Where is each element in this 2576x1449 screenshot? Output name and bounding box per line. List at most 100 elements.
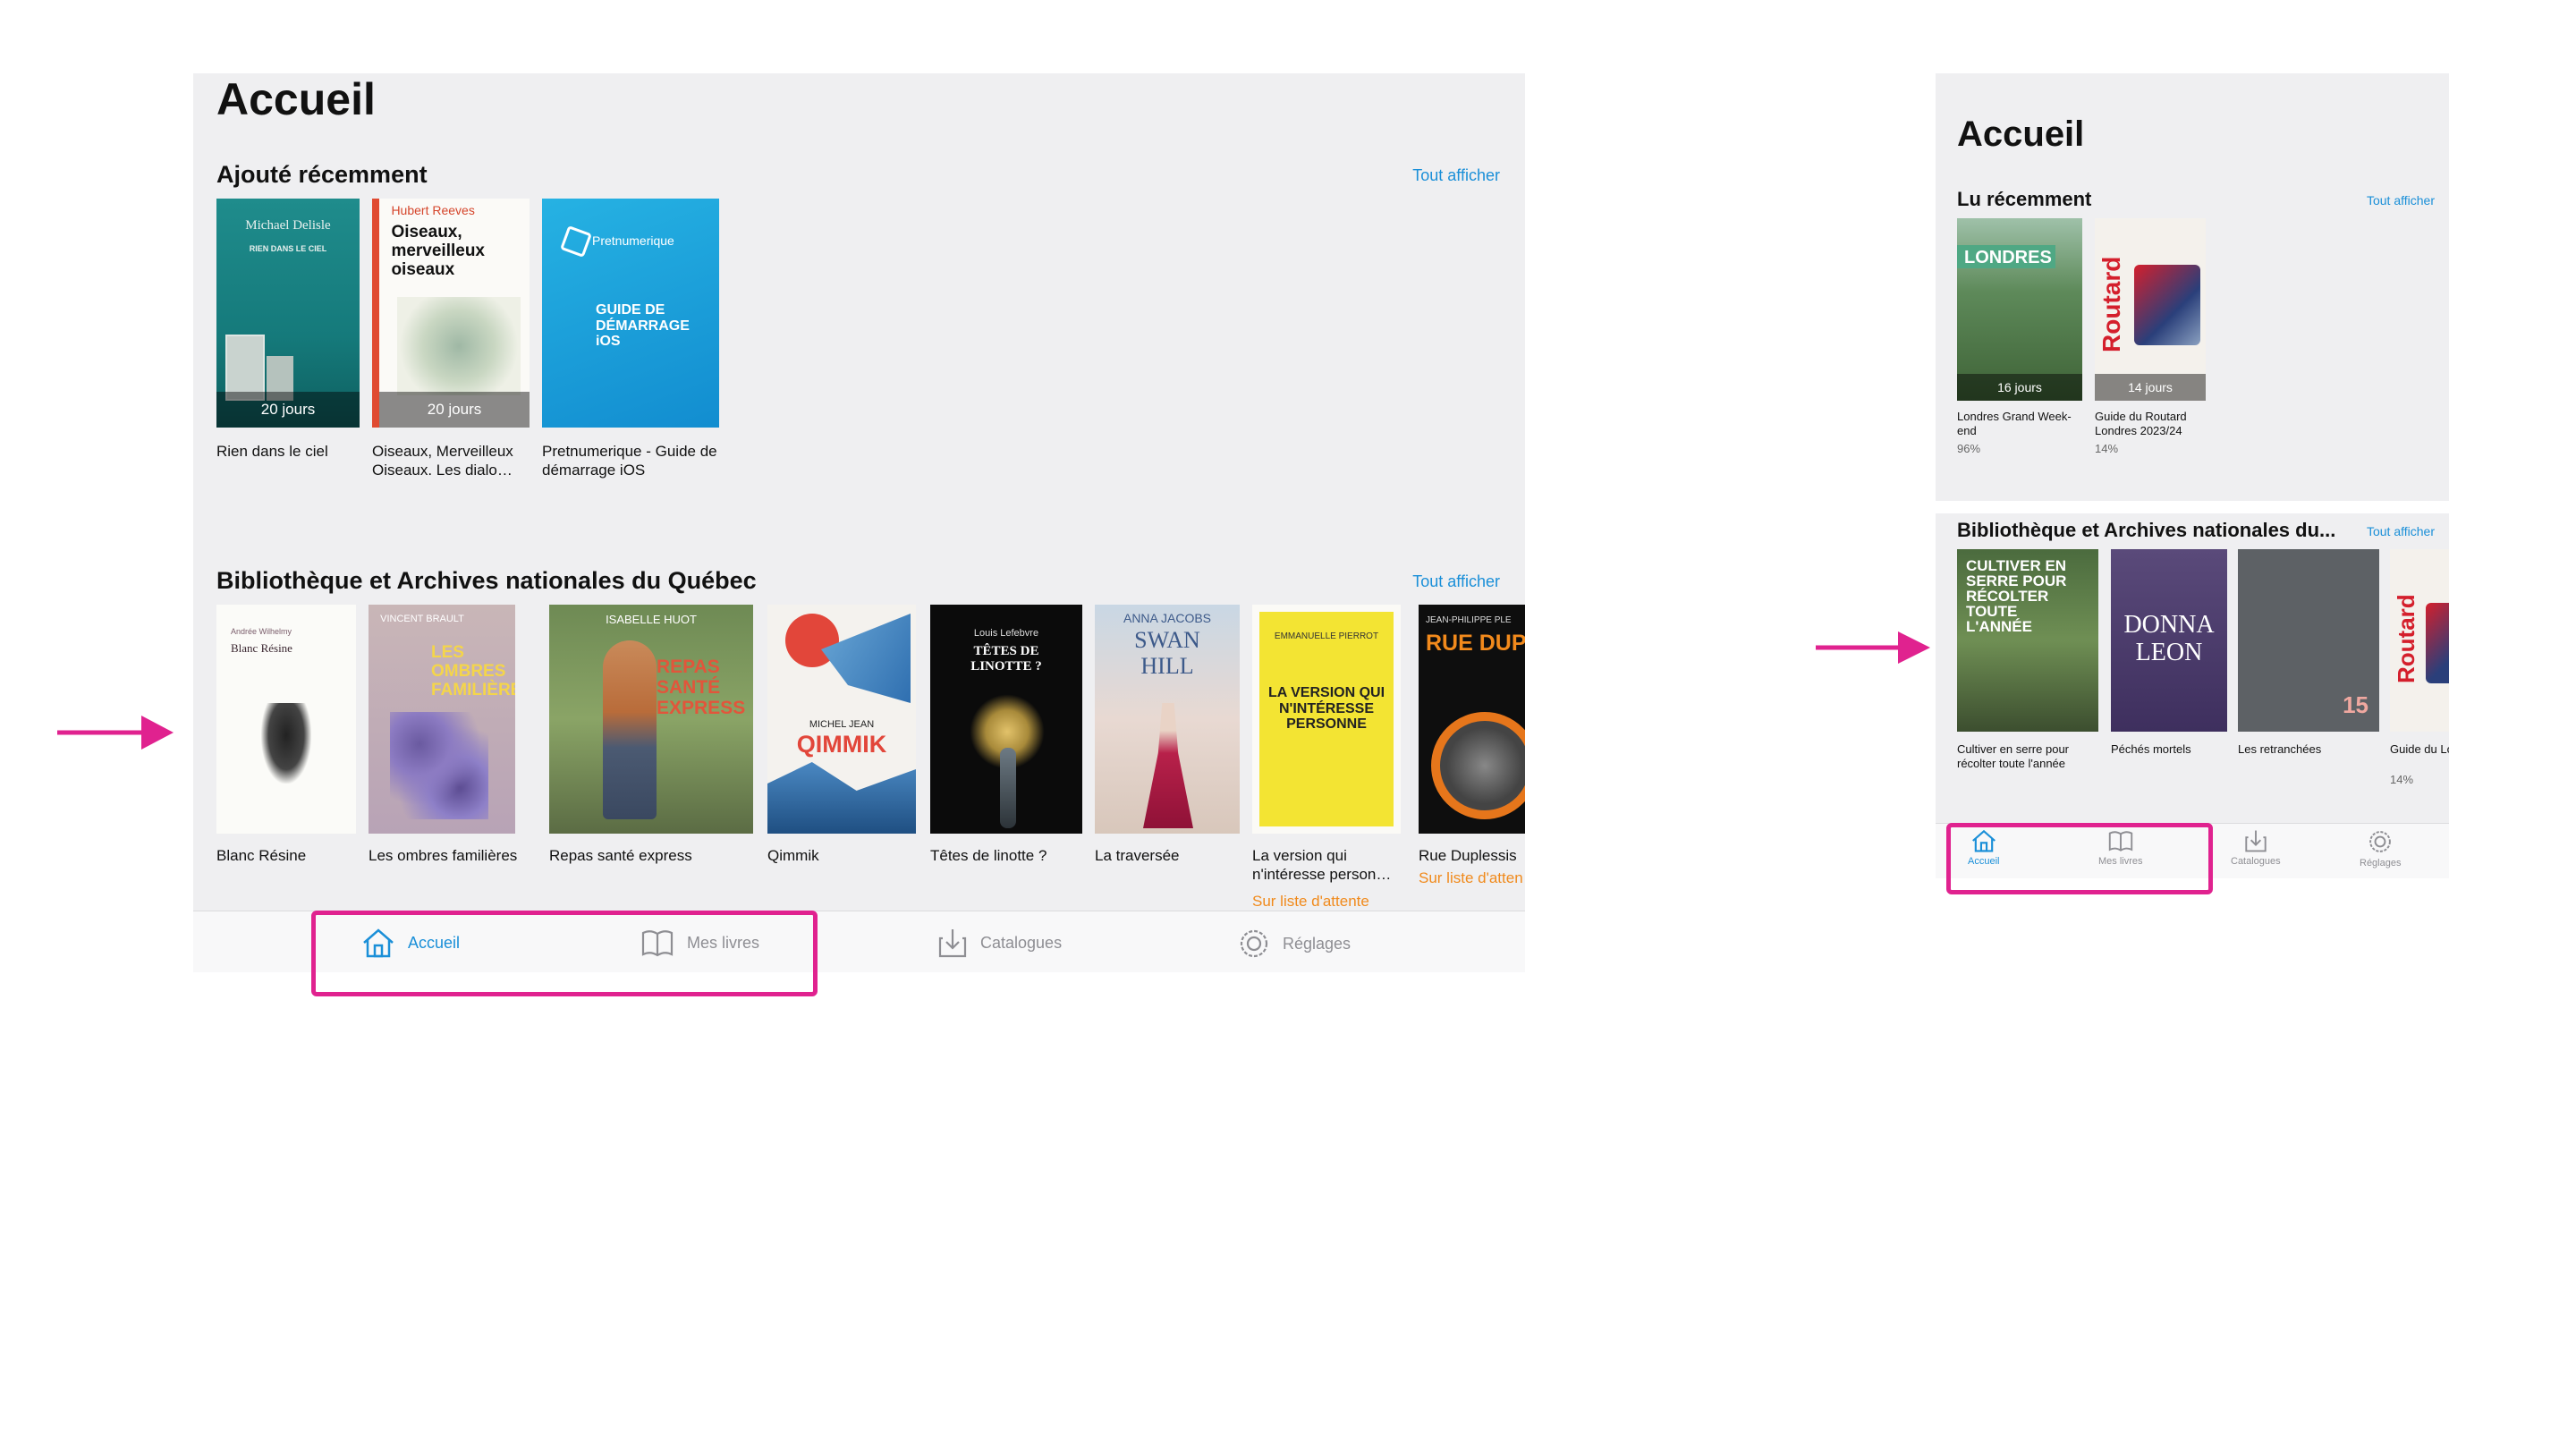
section-title-recent: Ajouté récemment bbox=[216, 161, 428, 188]
cover-title: SWAN HILL bbox=[1134, 627, 1200, 679]
tablet-screen-small: Accueil Lu récemment Tout afficher LONDR… bbox=[1936, 73, 2449, 878]
page-title: Accueil bbox=[1957, 114, 2085, 154]
waitlist-label: Sur liste d'attente bbox=[1252, 893, 1369, 910]
book-cover: VINCENT BRAULT LES OMBRES FAMILIÈRES bbox=[369, 605, 515, 834]
page-title: Accueil bbox=[216, 74, 376, 124]
tab-catalogues[interactable]: Catalogues bbox=[2231, 829, 2281, 867]
section-title-banq: Bibliothèque et Archives nationales du..… bbox=[1957, 519, 2336, 541]
book-title: Pretnumerique - Guide de démarrage iOS bbox=[542, 443, 717, 479]
see-all-link-recent[interactable]: Tout afficher bbox=[1412, 166, 1500, 185]
book-cover: DONNA LEON bbox=[2111, 549, 2227, 732]
gear-icon bbox=[2369, 831, 2392, 852]
book-title: La traversée bbox=[1095, 847, 1180, 864]
book-title: Rue Duplessis bbox=[1419, 847, 1517, 864]
book-cover: Routard bbox=[2390, 549, 2449, 732]
cover-title: RUE DUPLESSI bbox=[1426, 631, 1525, 656]
loan-days-badge: 16 jours bbox=[1957, 374, 2082, 401]
tablet-screen-large: Accueil Ajouté récemment Tout afficher M… bbox=[193, 73, 1525, 972]
book-title: Qimmik bbox=[767, 847, 819, 864]
tab-label: Catalogues bbox=[2231, 856, 2281, 867]
see-all-link-banq[interactable]: Tout afficher bbox=[2367, 524, 2435, 538]
cover-author: EMMANUELLE PIERROT bbox=[1274, 631, 1379, 641]
book-cover: 15 bbox=[2238, 549, 2379, 732]
cover-title: RIEN DANS LE CIEL bbox=[249, 244, 327, 253]
tab-label: Réglages bbox=[1283, 934, 1352, 953]
cover-author: JEAN-PHILIPPE PLE bbox=[1426, 615, 1512, 625]
download-icon bbox=[2245, 830, 2267, 852]
arrow-right-icon bbox=[1816, 631, 1930, 664]
book-title: La version qui n'intéresse person… bbox=[1252, 847, 1392, 884]
tab-label: Réglages bbox=[2360, 858, 2402, 869]
cover-author: VINCENT BRAULT bbox=[380, 614, 464, 624]
cover-author: ISABELLE HUOT bbox=[606, 613, 697, 626]
book-cover: CULTIVER EN SERRE POUR RÉCOLTER TOUTE L'… bbox=[1957, 549, 2098, 732]
book-title: Repas santé express bbox=[549, 847, 692, 864]
waitlist-label: Sur liste d'atten bbox=[1419, 869, 1523, 886]
read-progress: 14% bbox=[2390, 773, 2414, 786]
tab-reglages[interactable]: Réglages bbox=[2360, 829, 2401, 869]
cover-title: CULTIVER EN SERRE POUR RÉCOLTER TOUTE L'… bbox=[1966, 557, 2067, 635]
cover-author: Pretnumerique bbox=[592, 233, 674, 248]
cover-title: DONNA LEON bbox=[2123, 611, 2215, 666]
loan-days-badge: 20 jours bbox=[379, 392, 530, 428]
book-cover: Hubert Reeves Oiseaux, merveilleux oisea… bbox=[372, 199, 530, 428]
book-cover: Michael Delisle RIEN DANS LE CIEL 20 jou… bbox=[216, 199, 360, 428]
book-cover: Pretnumerique GUIDE DE DÉMARRAGE iOS bbox=[542, 199, 719, 428]
book-cover: LONDRES 16 jours bbox=[1957, 218, 2082, 401]
book-title: Guide du Londres 2 bbox=[2390, 742, 2449, 756]
tab-label: Catalogues bbox=[980, 933, 1063, 952]
book-cover: EMMANUELLE PIERROT LA VERSION QUI N'INTÉ… bbox=[1252, 605, 1401, 834]
book-cover: Routard 14 jours bbox=[2095, 218, 2206, 401]
section-title-recent: Lu récemment bbox=[1957, 188, 2092, 210]
book-cover: ISABELLE HUOT REPAS SANTÉ EXPRESS bbox=[549, 605, 753, 834]
book-title: Blanc Résine bbox=[216, 847, 307, 864]
download-icon bbox=[938, 929, 967, 958]
tab-highlight-box bbox=[1946, 823, 2213, 894]
book-cover: JEAN-PHILIPPE PLE RUE DUPLESSI bbox=[1419, 605, 1525, 834]
gear-icon bbox=[1240, 929, 1268, 958]
brand-logo-icon bbox=[560, 225, 592, 258]
cover-author: Andrée Wilhelmy bbox=[231, 627, 292, 636]
section-divider bbox=[1936, 501, 2449, 513]
book-cover: Louis Lefebvre TÊTES DE LINOTTE ? bbox=[930, 605, 1082, 834]
tab-highlight-box bbox=[311, 911, 818, 996]
book-title: Péchés mortels bbox=[2111, 742, 2191, 756]
cover-author: Michael Delisle bbox=[245, 218, 331, 233]
book-cover: MICHEL JEAN QIMMIK bbox=[767, 605, 916, 834]
book-title: Londres Grand Week-end bbox=[1957, 410, 2072, 438]
cover-title: Routard bbox=[2097, 256, 2125, 352]
book-title: Oiseaux, Merveilleux Oiseaux. Les dialo… bbox=[372, 443, 513, 479]
tab-catalogues[interactable]: Catalogues bbox=[937, 928, 1062, 958]
cover-title: 15 bbox=[2343, 691, 2368, 718]
book-title: Guide du Routard Londres 2023/24 bbox=[2095, 410, 2187, 438]
book-cover: Andrée Wilhelmy Blanc Résine bbox=[216, 605, 356, 834]
cover-title: LES OMBRES FAMILIÈRES bbox=[431, 643, 515, 699]
tab-reglages[interactable]: Réglages bbox=[1238, 928, 1351, 960]
see-all-link-banq[interactable]: Tout afficher bbox=[1412, 572, 1500, 591]
loan-days-badge: 14 jours bbox=[2095, 374, 2206, 401]
cover-author: Louis Lefebvre bbox=[973, 628, 1039, 639]
cover-title: TÊTES DE LINOTTE ? bbox=[970, 644, 1042, 674]
cover-title: LA VERSION QUI N'INTÉRESSE PERSONNE bbox=[1267, 685, 1385, 733]
book-title: Les retranchées bbox=[2238, 742, 2322, 756]
cover-title: QIMMIK bbox=[796, 731, 887, 758]
book-title: Têtes de linotte ? bbox=[930, 847, 1047, 864]
cover-title: Oiseaux, merveilleux oiseaux bbox=[391, 223, 486, 279]
cover-title: REPAS SANTÉ EXPRESS bbox=[657, 657, 746, 719]
see-all-link-recent[interactable]: Tout afficher bbox=[2367, 193, 2435, 208]
cover-title: Routard bbox=[2393, 594, 2419, 683]
section-title-banq: Bibliothèque et Archives nationales du Q… bbox=[216, 567, 757, 594]
read-progress: 14% bbox=[2095, 442, 2119, 455]
cover-title: LONDRES bbox=[1964, 248, 2052, 267]
book-cover: ANNA JACOBS SWAN HILL bbox=[1095, 605, 1240, 834]
loan-days-badge: 20 jours bbox=[216, 392, 360, 428]
book-title: Rien dans le ciel bbox=[216, 443, 328, 460]
book-title: Cultiver en serre pour récolter toute l'… bbox=[1957, 742, 2069, 771]
book-title: Les ombres familières bbox=[369, 847, 518, 864]
cover-title: Blanc Résine bbox=[231, 641, 292, 655]
cover-author: Hubert Reeves bbox=[391, 203, 475, 217]
arrow-right-icon bbox=[57, 716, 174, 750]
cover-author: ANNA JACOBS bbox=[1123, 611, 1212, 625]
cover-author: MICHEL JEAN bbox=[809, 719, 875, 730]
cover-title: GUIDE DE DÉMARRAGE iOS bbox=[596, 302, 690, 350]
